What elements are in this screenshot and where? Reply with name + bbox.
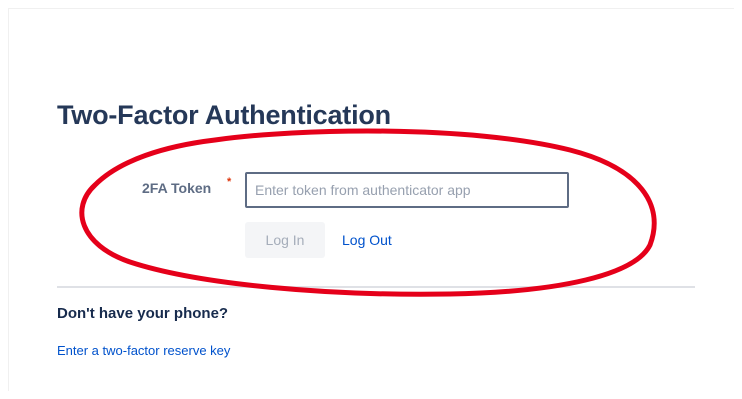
reserve-key-link[interactable]: Enter a two-factor reserve key — [57, 343, 230, 358]
required-marker: * — [227, 176, 232, 188]
token-field-label: 2FA Token — [142, 180, 212, 196]
section-divider — [57, 286, 695, 288]
logout-link[interactable]: Log Out — [342, 232, 392, 248]
login-button[interactable]: Log In — [245, 222, 325, 258]
token-input[interactable] — [245, 172, 569, 208]
no-phone-heading: Don't have your phone? — [57, 305, 229, 322]
page-title: Two-Factor Authentication — [57, 100, 391, 130]
